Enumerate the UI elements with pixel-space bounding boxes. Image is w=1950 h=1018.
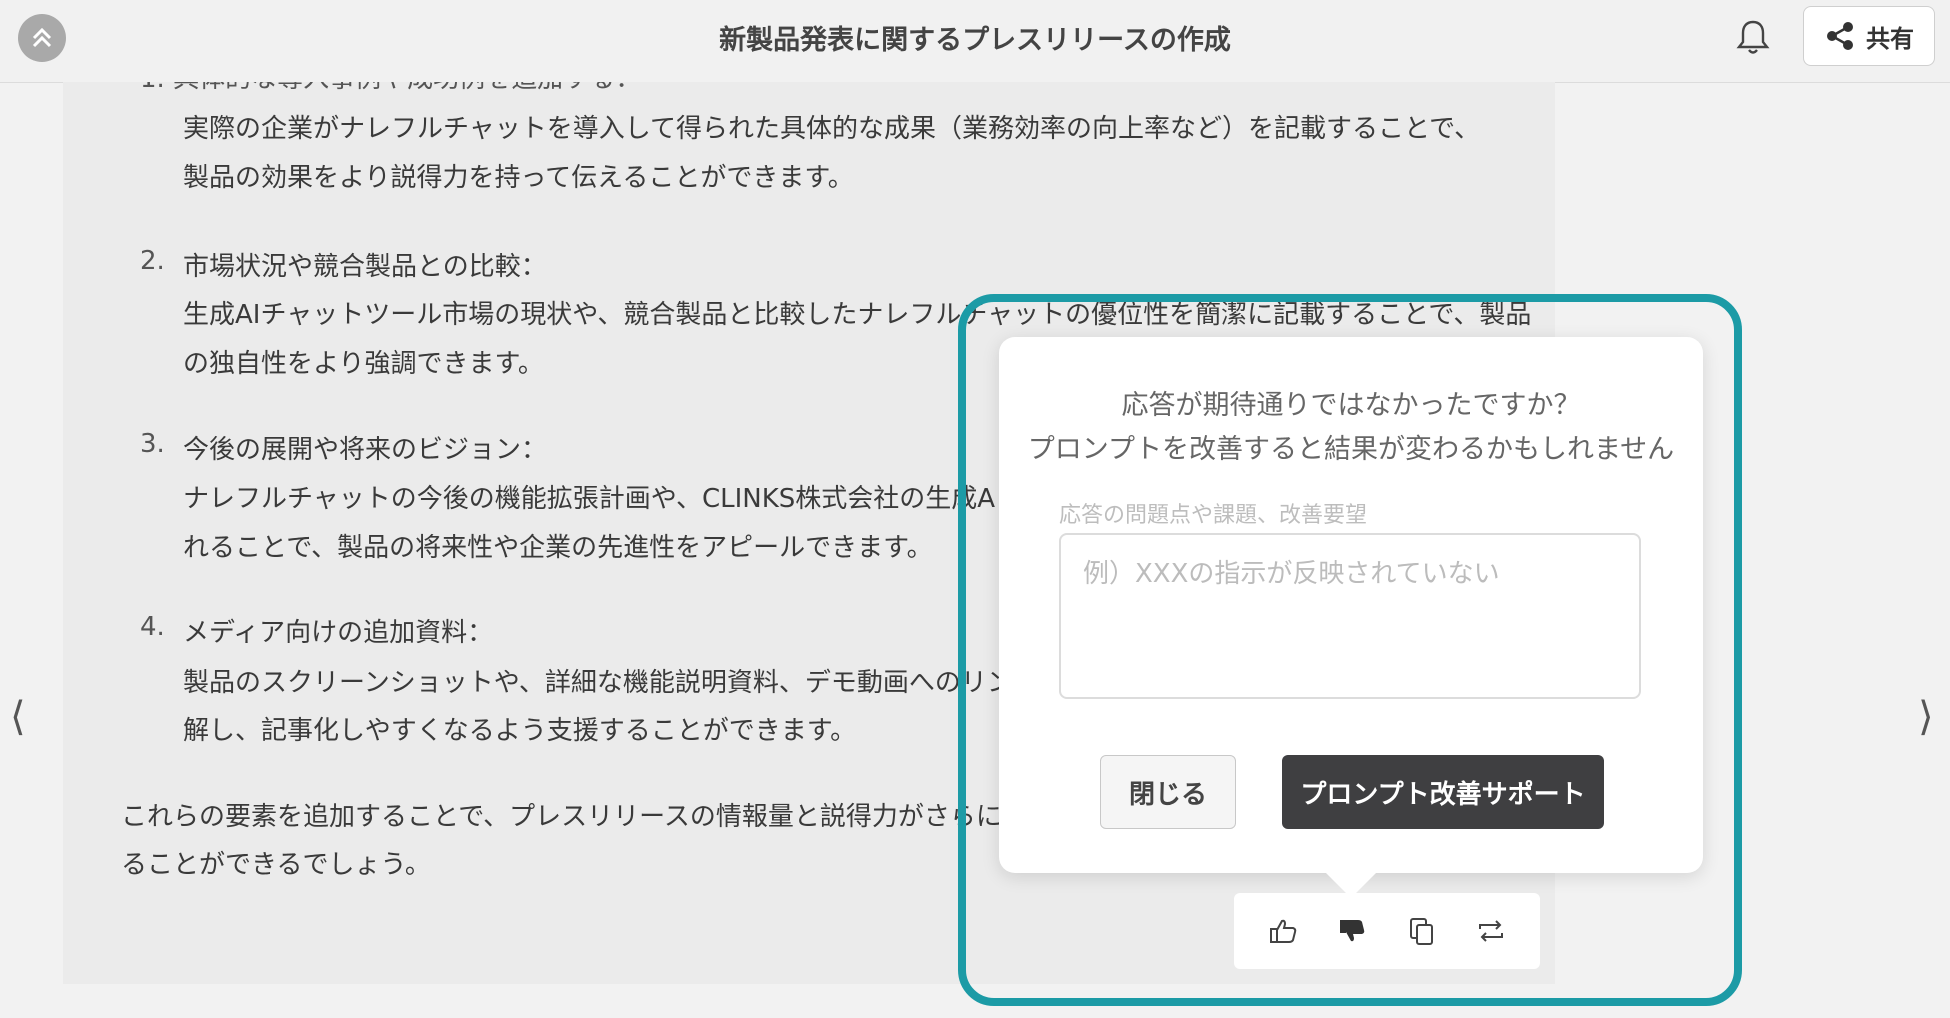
list-item-text: 実際の企業がナレフルチャットを導入して得られた具体的な成果（業務効率の向上率など… (183, 114, 1481, 144)
list-item-partial: 1. 具体的な導入事例や成功例を追加する： (140, 82, 641, 95)
share-icon (1827, 22, 1853, 50)
list-item-text: れることで、製品の将来性や企業の先進性をアピールできます。 (183, 533, 933, 563)
summary-text: これらの要素を追加することで、プレスリリースの情報量と説得力がさらに向上 (121, 802, 1054, 832)
list-item-text: ナレフルチャットの今後の機能拡張計画や、CLINKS株式会社の生成A (183, 484, 996, 514)
list-number: 2. (140, 246, 165, 276)
popup-question: 応答が期待通りではなかったですか？ (1121, 390, 1581, 421)
feedback-popup: 応答が期待通りではなかったですか？ プロンプトを改善すると結果が変わるかもしれま… (999, 337, 1703, 873)
notification-bell-icon[interactable] (1730, 14, 1776, 60)
list-number: 3. (140, 429, 165, 459)
response-action-toolbar (1234, 893, 1540, 969)
close-button[interactable]: 閉じる (1100, 755, 1236, 829)
regenerate-icon[interactable] (1471, 911, 1511, 951)
feedback-textarea[interactable] (1059, 533, 1641, 699)
list-item-title: 今後の展開や将来のビジョン： (183, 435, 548, 465)
popup-hint: プロンプトを改善すると結果が変わるかもしれません (1027, 434, 1675, 465)
thumbs-up-icon[interactable] (1263, 911, 1303, 951)
list-item-text: 製品の効果をより説得力を持って伝えることができます。 (183, 163, 854, 193)
share-button[interactable]: 共有 (1803, 6, 1935, 66)
thumbs-down-icon[interactable] (1332, 911, 1372, 951)
feedback-field-label: 応答の問題点や課題、改善要望 (1059, 503, 1368, 528)
prev-response-arrow[interactable]: ⟨ (10, 694, 26, 740)
prompt-improvement-support-button[interactable]: プロンプト改善サポート (1282, 755, 1604, 829)
list-number: 4. (140, 612, 165, 642)
share-label: 共有 (1866, 24, 1914, 53)
list-item-text: の独自性をより強調できます。 (183, 349, 544, 379)
copy-icon[interactable] (1402, 911, 1442, 951)
list-item-text: 製品のスクリーンショットや、詳細な機能説明資料、デモ動画へのリンク (183, 668, 1039, 698)
summary-text: ることができるでしょう。 (121, 850, 431, 880)
list-item-title: 市場状況や競合製品との比較： (183, 252, 547, 282)
list-item-text: 解し、記事化しやすくなるよう支援することができます。 (183, 716, 857, 746)
next-response-arrow[interactable]: ⟩ (1918, 694, 1934, 740)
list-item-title: メディア向けの追加資料： (183, 618, 494, 648)
page-title: 新製品発表に関するプレスリリースの作成 (719, 25, 1231, 56)
app-header: 新製品発表に関するプレスリリースの作成 共有 (0, 0, 1950, 83)
